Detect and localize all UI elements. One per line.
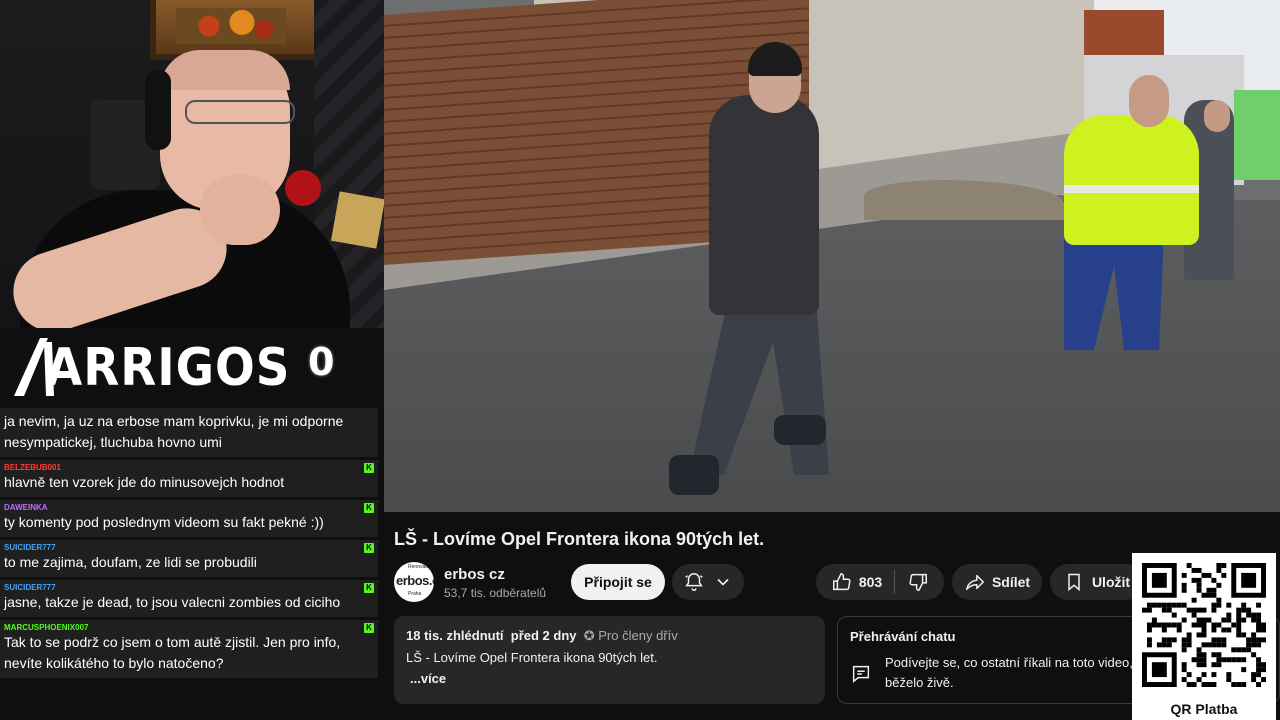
shoe	[774, 415, 826, 445]
chat-message-text: jasne, takze je dead, to jsou valecni zo…	[4, 594, 341, 610]
chat-message-text: Tak to se podrž co jsem o tom autě zjist…	[4, 634, 341, 671]
channel-avatar[interactable]: Renovace erbos.c Praha	[394, 562, 434, 602]
qr-label: QR Platba	[1170, 701, 1238, 717]
share-label: Sdílet	[991, 574, 1031, 590]
share-icon	[965, 574, 984, 591]
kick-badge-icon: K	[364, 623, 374, 633]
streamer-hand	[200, 175, 280, 245]
roof	[1084, 10, 1164, 60]
chat-username: DAWEINKA	[4, 503, 48, 512]
chat-message-text: ja nevim, ja uz na erbose mam koprivku, …	[4, 413, 344, 450]
kick-badge-icon: K	[364, 583, 374, 593]
reflective-stripe	[1064, 185, 1199, 193]
kick-badge-icon: K	[364, 463, 374, 473]
like-icon[interactable]	[831, 571, 853, 593]
chat-username: MARCUSPHOENIX007	[4, 623, 89, 632]
kick-badge-icon: K	[364, 503, 374, 513]
qr-payment: QR Platba	[1132, 553, 1276, 720]
worker-head	[1129, 75, 1169, 127]
save-label: Uložit	[1091, 574, 1131, 590]
headset	[145, 70, 171, 150]
more-link[interactable]: ...více	[410, 671, 813, 686]
chat-username: SUICIDER777	[4, 543, 56, 552]
person-background-head	[1204, 100, 1230, 132]
chevron-down-icon	[717, 578, 729, 586]
channel-name[interactable]: erbos cz	[444, 566, 505, 583]
chat-message: DAWEINKA K ty komenty pod poslednym vide…	[0, 500, 378, 537]
avatar-top-text: Renovace	[408, 564, 431, 570]
glasses	[185, 100, 295, 124]
notification-button[interactable]	[672, 564, 744, 600]
shelf-item	[331, 191, 384, 249]
chat-replay-title: Přehrávání chatu	[850, 629, 956, 644]
divider	[894, 570, 896, 594]
upload-date: před 2 dny	[510, 628, 577, 643]
avatar-text: erbos.c	[396, 573, 434, 588]
chat-message-text: hlavně ten vzorek jde do minusovejch hod…	[4, 474, 285, 490]
green-house	[1234, 90, 1280, 180]
chat-username: BELZEBUB001	[4, 463, 61, 472]
video-title: LŠ - Lovíme Opel Frontera ikona 90tých l…	[394, 529, 765, 549]
counter: 0	[308, 340, 335, 384]
members-early: Pro členy dřív	[598, 628, 678, 643]
shoe	[669, 455, 719, 495]
kick-badge-icon: K	[364, 543, 374, 553]
avatar-bottom-text: Praha	[408, 591, 422, 597]
chat-message-text: ty komenty pod poslednym videom su fakt …	[4, 514, 324, 530]
webcam-feed	[0, 0, 384, 328]
join-button[interactable]: Připojit se	[571, 564, 665, 600]
description-box[interactable]: 18 tis. zhlédnutí před 2 dny ✪ Pro členy…	[394, 616, 825, 704]
description-text: LŠ - Lovíme Opel Frontera ikona 90tých l…	[406, 650, 658, 665]
red-plush-toy	[285, 170, 321, 206]
bell-icon	[685, 573, 703, 591]
subscriber-count: 53,7 tis. odběratelů	[444, 586, 547, 600]
save-button[interactable]: Uložit	[1050, 564, 1144, 600]
chat-message: ja nevim, ja uz na erbose mam koprivku, …	[0, 408, 378, 457]
channel-logo: ARRIGOS	[46, 338, 291, 398]
share-button[interactable]: Sdílet	[952, 564, 1042, 600]
like-dislike-group: 803	[816, 564, 944, 600]
members-icon: ✪	[583, 628, 595, 643]
like-count[interactable]: 803	[859, 574, 882, 590]
chat-message-text: to me zajima, doufam, ze lidi se probudi…	[4, 554, 257, 570]
chat-message: MARCUSPHOENIX007 K Tak to se podrž co js…	[0, 620, 378, 678]
chat-message: SUICIDER777 K to me zajima, doufam, ze l…	[0, 540, 378, 577]
chat-message: SUICIDER777 K jasne, takze je dead, to j…	[0, 580, 378, 617]
chat-panel: ja nevim, ja uz na erbose mam koprivku, …	[0, 408, 384, 720]
logo-bar: ARRIGOS 0	[0, 328, 384, 408]
stream-layout: ARRIGOS 0 ja nevim, ja uz na erbose mam …	[0, 0, 1280, 720]
qr-code-icon	[1142, 563, 1266, 687]
video-player[interactable]	[384, 0, 1280, 512]
chat-bubble-icon	[852, 665, 870, 683]
chat-message: BELZEBUB001 K hlavně ten vzorek jde do m…	[0, 460, 378, 497]
person-walking	[709, 95, 819, 315]
worker-hi-vis-jacket	[1064, 115, 1199, 245]
bookmark-icon	[1068, 573, 1080, 592]
dislike-icon[interactable]	[907, 571, 929, 593]
chat-username: SUICIDER777	[4, 583, 56, 592]
view-count: 18 tis. zhlédnutí	[406, 628, 504, 643]
video-meta: 18 tis. zhlédnutí před 2 dny ✪ Pro členy…	[406, 628, 813, 644]
